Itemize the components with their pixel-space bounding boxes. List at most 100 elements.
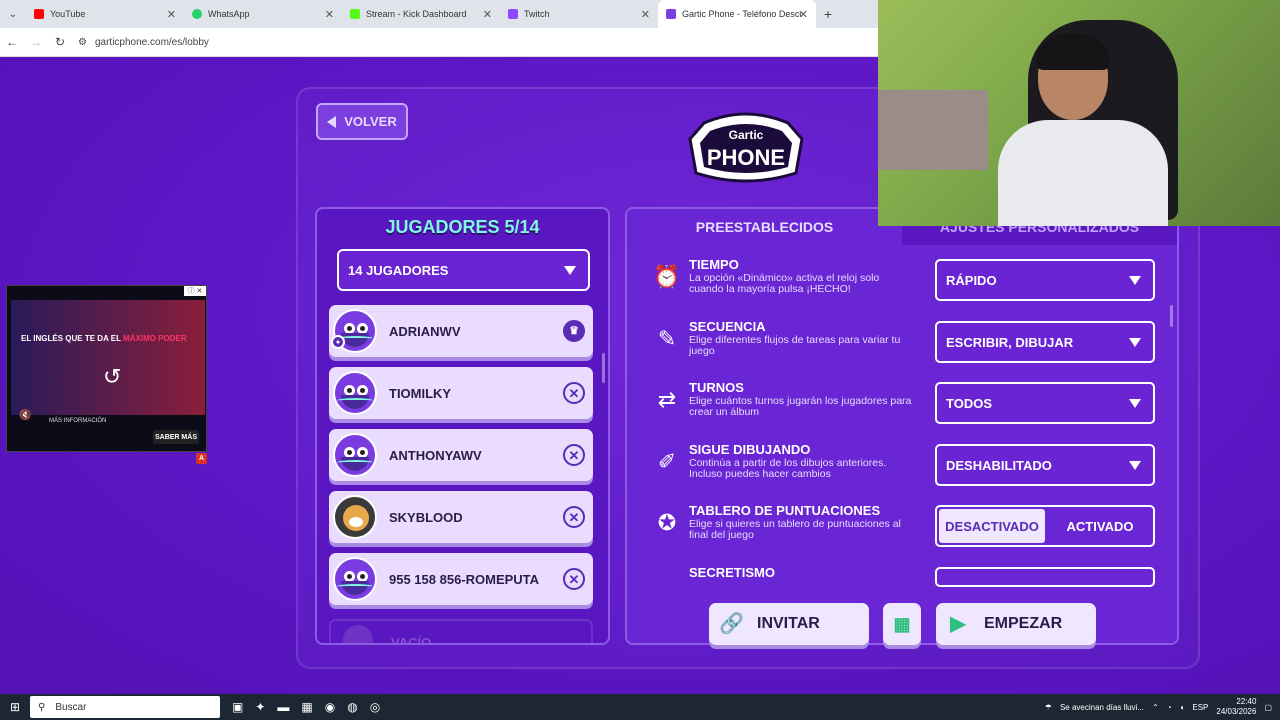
video-ad[interactable]: EL INGLÉS QUE TE DA EL MÁXIMO PODER ↺ 🔇 … [6,285,207,452]
ad-video[interactable]: EL INGLÉS QUE TE DA EL MÁXIMO PODER ↺ 🔇 … [11,300,205,424]
kick-player-icon[interactable]: ✕ [563,444,585,466]
toggle-on-option[interactable]: ACTIVADO [1047,507,1153,545]
tab-twitch[interactable]: Twitch ✕ [500,0,658,28]
empty-avatar-icon [343,625,373,643]
taskbar-search[interactable]: ⚲ Buscar [30,696,220,718]
task-view-icon[interactable]: ▣ [232,700,243,714]
tab-gartic-phone[interactable]: Gartic Phone - Teléfono Descon ✕ [658,0,816,28]
setting-desc: Elige cuántos turnos jugarán los jugador… [689,395,912,418]
kick-icon [350,9,360,19]
ad-headline-text: EL INGLÉS QUE TE DA EL [21,334,121,343]
address-bar[interactable]: ⚙ garticphone.com/es/lobby [78,37,209,48]
close-tab-icon[interactable]: ✕ [483,8,492,21]
weather-icon: ☂ [1044,702,1052,712]
close-tab-icon[interactable]: ✕ [325,8,334,21]
youtube-icon [34,9,44,19]
ad-cta-button[interactable]: SABER MÁS [153,430,199,444]
back-arrow-icon[interactable]: ← [0,35,24,49]
qr-code-button[interactable]: ▦ [883,603,921,645]
close-tab-icon[interactable]: ✕ [799,8,808,21]
tab-search-menu[interactable]: ⌄ [0,0,26,28]
webcam-overlay [878,0,1280,226]
setting-title: SIGUE DIBUJANDO [689,442,811,457]
tray-overflow-icon[interactable]: ⌃ [1152,703,1159,712]
file-explorer-icon[interactable]: ▬ [277,700,289,714]
drawing-icon: ✐ [657,449,677,474]
secrecy-toggle[interactable] [935,567,1155,587]
windows-taskbar: ⊞ ⚲ Buscar ▣ ✦ ▬ ▦ ◉ ◍ ◎ ☂ Se avecinan dí… [0,694,1280,720]
kick-player-icon[interactable]: ✕ [563,506,585,528]
tab-whatsapp[interactable]: WhatsApp ✕ [184,0,342,28]
setting-title: SECRETISMO [689,565,775,580]
setting-desc: Elige diferentes flujos de tareas para v… [689,334,901,357]
close-tab-icon[interactable]: ✕ [167,8,176,21]
notification-icon[interactable]: ▢ [1264,703,1272,712]
tab-title: YouTube [50,9,86,19]
crown-icon[interactable]: ♛ [563,320,585,342]
players-panel: JUGADORES 5/14 14 JUGADORES ● ADRIANWV ♛… [315,207,610,645]
webcam-bed [878,90,988,170]
empty-label: VACÍO [391,635,432,645]
players-scrollbar[interactable] [602,353,605,383]
select-value: ESCRIBIR, DIBUJAR [946,334,1074,350]
chevron-down-icon [564,266,576,275]
webcam-person [998,34,1168,226]
discord-icon[interactable]: ◉ [325,700,335,714]
volume-icon[interactable]: ◖ [1180,703,1185,712]
copilot-icon[interactable]: ✦ [255,700,265,714]
setting-scoreboard: ✪ TABLERO DE PUNTUACIONES Elige si quier… [627,499,1177,555]
invite-button[interactable]: 🔗 INVITAR [709,603,869,645]
store-icon[interactable]: ▦ [301,700,312,714]
volver-button[interactable]: VOLVER [316,103,408,140]
wifi-icon[interactable]: ◔ [1167,703,1172,712]
language-indicator[interactable]: ESP [1192,703,1208,712]
players-title: JUGADORES 5/14 [385,217,540,237]
kick-player-icon[interactable]: ✕ [563,568,585,590]
toggle-off-option[interactable]: DESACTIVADO [939,509,1045,543]
ad-headline: EL INGLÉS QUE TE DA EL MÁXIMO PODER [21,334,191,343]
reload-icon[interactable]: ↻ [48,35,72,49]
settings-scrollbar[interactable] [1170,305,1173,327]
time-select[interactable]: RÁPIDO [935,259,1155,301]
mute-icon[interactable]: 🔇 [19,410,31,421]
ad-info-link[interactable]: MÁS INFORMACIÓN [49,418,106,424]
tab-presets[interactable]: PREESTABLECIDOS [627,209,902,245]
link-icon: 🔗 [719,613,744,635]
setting-title: TIEMPO [689,257,739,272]
max-players-select[interactable]: 14 JUGADORES [337,249,590,291]
keep-drawing-select[interactable]: DESHABILITADO [935,444,1155,486]
forward-arrow-icon[interactable]: → [24,35,48,49]
site-info-icon[interactable]: ⚙ [78,37,87,48]
setting-title: SECUENCIA [689,319,766,334]
replay-icon[interactable]: ↺ [103,364,121,390]
clock[interactable]: 22:40 24/03/2026 [1216,697,1256,717]
tab-kick[interactable]: Stream - Kick Dashboard ✕ [342,0,500,28]
obs-icon[interactable]: ◎ [370,700,380,714]
kick-player-icon[interactable]: ✕ [563,382,585,404]
ad-close-icon[interactable]: ⓘ ✕ [184,286,206,296]
tab-youtube[interactable]: YouTube ✕ [26,0,184,28]
windows-start-icon[interactable]: ⊞ [0,700,30,714]
sequence-select[interactable]: ESCRIBIR, DIBUJAR [935,321,1155,363]
player-name: 955 158 856-ROMEPUTA [389,571,540,587]
clock-time: 22:40 [1236,697,1257,706]
setting-time: ⏰ TIEMPO La opción «Dinámico» activa el … [627,253,1177,309]
player-row: 955 158 856-ROMEPUTA ✕ [329,553,593,605]
close-tab-icon[interactable]: ✕ [641,8,650,21]
host-icon: ● [331,335,345,349]
player-row: SKYBLOOD ✕ [329,491,593,543]
turns-icon: ⇄ [657,387,677,412]
scoreboard-toggle[interactable]: DESACTIVADO ACTIVADO [935,505,1155,547]
whatsapp-icon [192,9,202,19]
trophy-icon: ✪ [657,510,677,535]
taskbar-apps: ▣ ✦ ▬ ▦ ◉ ◍ ◎ [232,700,380,714]
new-tab-button[interactable]: + [816,6,840,22]
start-button[interactable]: ▶ EMPEZAR [936,603,1096,645]
setting-title: TABLERO DE PUNTUACIONES [689,503,881,518]
tab-title: Twitch [524,9,550,19]
tab-title: Gartic Phone - Teléfono Descon [682,9,802,19]
chrome-icon[interactable]: ◍ [347,700,357,714]
turns-select[interactable]: TODOS [935,382,1155,424]
weather-text[interactable]: Se avecinan días lluvi... [1060,703,1144,712]
logo-text-top: Gartic [729,128,764,142]
